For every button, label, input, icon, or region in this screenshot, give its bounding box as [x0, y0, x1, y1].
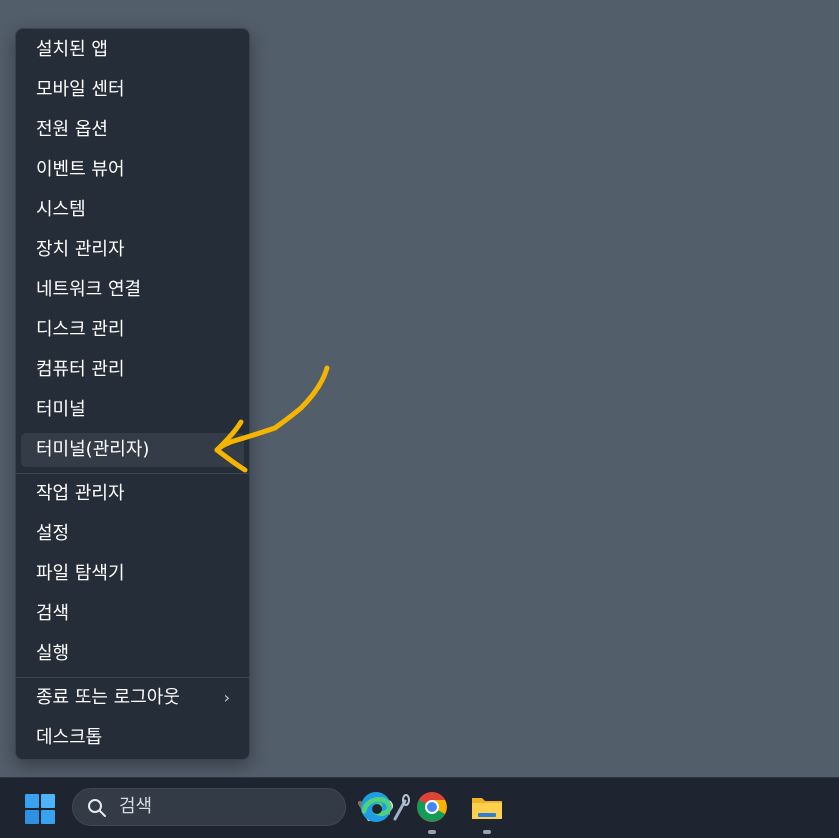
- chrome-icon: [417, 792, 447, 822]
- taskbar-app-chrome[interactable]: [414, 789, 450, 834]
- menu-item-installed-apps[interactable]: 설치된 앱: [21, 33, 244, 67]
- taskbar-search-box[interactable]: 검색: [72, 788, 410, 826]
- running-indicator: [428, 830, 436, 834]
- menu-item-system[interactable]: 시스템: [21, 193, 244, 227]
- edge-icon: [361, 792, 392, 822]
- menu-item-file-explorer[interactable]: 파일 탐색기: [21, 557, 244, 591]
- menu-divider: [16, 677, 249, 678]
- menu-item-run[interactable]: 실행: [21, 637, 244, 671]
- menu-item-task-manager[interactable]: 작업 관리자: [21, 477, 244, 511]
- menu-item-desktop[interactable]: 데스크톱: [21, 721, 244, 755]
- menu-item-power-options[interactable]: 전원 옵션: [21, 113, 244, 147]
- taskbar-app-file-explorer[interactable]: [469, 789, 505, 834]
- menu-item-disk-management[interactable]: 디스크 관리: [21, 313, 244, 347]
- menu-item-event-viewer[interactable]: 이벤트 뷰어: [21, 153, 244, 187]
- search-icon: [88, 799, 106, 817]
- menu-item-shutdown-or-sign-out[interactable]: 종료 또는 로그아웃 ›: [21, 681, 244, 715]
- menu-item-network-connections[interactable]: 네트워크 연결: [21, 273, 244, 307]
- search-label: 검색: [119, 796, 153, 817]
- taskbar: 검색: [0, 777, 839, 838]
- menu-item-label: 종료 또는 로그아웃: [36, 687, 180, 708]
- taskbar-app-edge[interactable]: [358, 789, 394, 825]
- folder-icon: [472, 798, 502, 819]
- chevron-right-icon: ›: [223, 688, 230, 707]
- menu-item-mobility-center[interactable]: 모바일 센터: [21, 73, 244, 107]
- menu-item-search[interactable]: 검색: [21, 597, 244, 631]
- menu-item-device-manager[interactable]: 장치 관리자: [21, 233, 244, 267]
- windows-start-icon[interactable]: [22, 791, 58, 827]
- hand-drawn-arrow-icon: [214, 365, 330, 473]
- menu-item-settings[interactable]: 설정: [21, 517, 244, 551]
- running-indicator: [483, 830, 491, 834]
